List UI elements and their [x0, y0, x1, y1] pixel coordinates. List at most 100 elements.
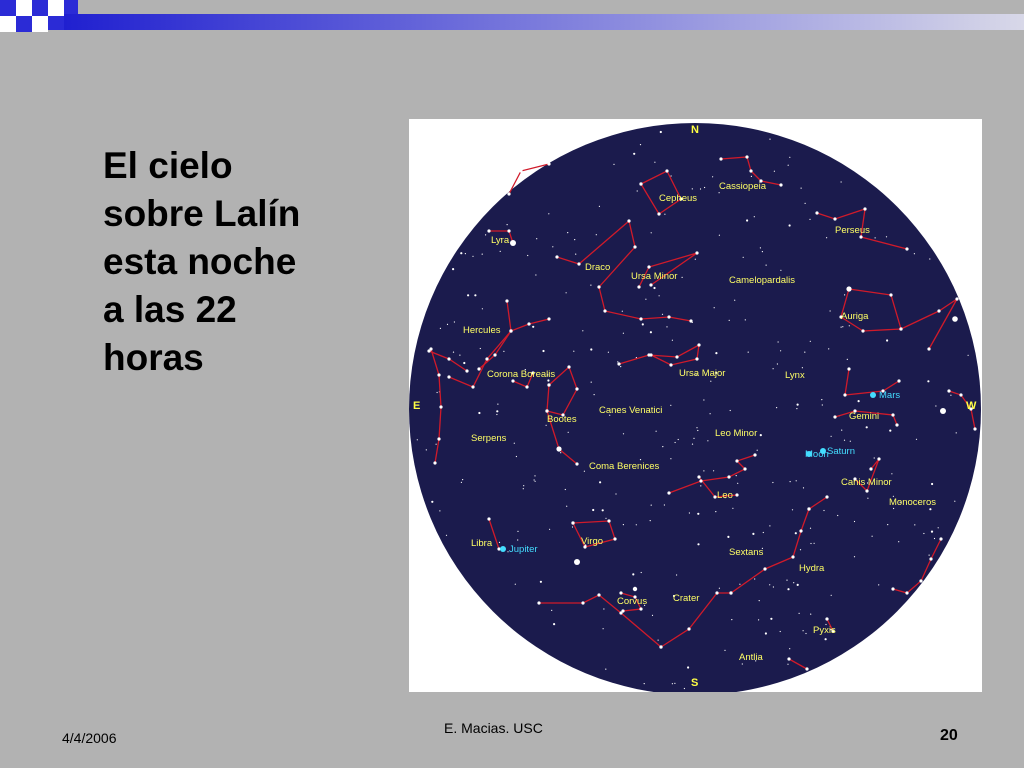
star	[935, 405, 937, 407]
star	[607, 519, 611, 523]
star	[613, 163, 615, 165]
star	[487, 229, 491, 233]
star	[789, 481, 791, 483]
star	[927, 347, 931, 351]
star	[824, 638, 827, 641]
star	[670, 175, 672, 177]
star	[545, 409, 549, 413]
bright-star	[510, 240, 516, 246]
star	[598, 205, 600, 207]
star	[930, 530, 934, 533]
star	[593, 394, 595, 396]
star	[809, 218, 811, 220]
star	[603, 608, 605, 610]
star	[695, 357, 699, 361]
star	[745, 155, 749, 159]
star	[709, 413, 711, 415]
star	[452, 351, 455, 353]
star	[848, 325, 850, 327]
star	[841, 429, 843, 431]
star	[452, 268, 455, 271]
star	[517, 539, 519, 541]
star	[885, 236, 888, 238]
star	[712, 176, 714, 178]
star	[622, 332, 624, 334]
star	[431, 500, 434, 503]
star	[575, 253, 577, 255]
star	[772, 368, 774, 370]
star	[821, 399, 823, 401]
star	[567, 365, 571, 369]
star	[437, 373, 441, 377]
star	[729, 409, 731, 412]
star	[653, 286, 656, 290]
constellation-label: Canis Minor	[841, 477, 892, 488]
star	[446, 323, 449, 325]
star	[719, 157, 723, 161]
star	[620, 366, 622, 368]
star	[753, 453, 757, 457]
star	[565, 292, 567, 294]
star	[498, 541, 501, 543]
star	[715, 591, 719, 595]
star	[689, 319, 693, 323]
star	[798, 612, 800, 614]
star	[535, 274, 537, 276]
star	[478, 411, 481, 415]
star	[506, 224, 508, 226]
bright-star	[940, 408, 946, 414]
constellation-label: Corona Borealis	[487, 369, 555, 380]
star	[667, 315, 671, 319]
star	[617, 362, 621, 366]
star	[645, 298, 647, 300]
star	[499, 250, 501, 252]
star	[905, 591, 909, 595]
star	[913, 253, 915, 255]
star	[776, 363, 778, 365]
star	[718, 234, 720, 236]
star	[527, 322, 531, 326]
star	[515, 455, 517, 458]
constellation-label: Canes Venatici	[599, 405, 662, 416]
star	[769, 138, 771, 140]
star	[772, 586, 774, 588]
constellation-label: Cassiopeia	[719, 181, 767, 192]
star	[703, 470, 705, 472]
star	[639, 144, 642, 146]
constellation-label: Pyxis	[813, 625, 836, 636]
star	[560, 452, 562, 454]
star	[954, 500, 956, 502]
star	[445, 534, 448, 536]
star	[633, 245, 637, 249]
star	[899, 327, 903, 331]
star	[460, 481, 462, 483]
star	[681, 276, 683, 278]
star	[622, 524, 624, 526]
south-marker: S	[691, 677, 698, 689]
star	[727, 535, 730, 538]
star	[577, 262, 581, 266]
star	[805, 667, 809, 671]
star	[741, 663, 743, 665]
star	[699, 188, 702, 190]
star	[787, 164, 789, 166]
star	[704, 186, 706, 189]
slide-title: El cielo sobre Lalín esta noche a las 22…	[103, 145, 301, 378]
star	[715, 352, 718, 355]
star	[779, 630, 781, 633]
star	[553, 623, 556, 626]
star	[939, 537, 943, 541]
star	[699, 479, 703, 483]
star	[635, 524, 637, 526]
star	[967, 354, 969, 356]
star	[590, 381, 592, 383]
star	[551, 609, 553, 611]
star	[750, 175, 752, 177]
star	[728, 319, 730, 321]
star	[416, 439, 418, 441]
constellation-label: Serpens	[471, 433, 507, 444]
star	[436, 391, 438, 394]
star	[481, 308, 483, 310]
star	[933, 537, 936, 540]
slide-page-number: 20	[940, 727, 958, 744]
